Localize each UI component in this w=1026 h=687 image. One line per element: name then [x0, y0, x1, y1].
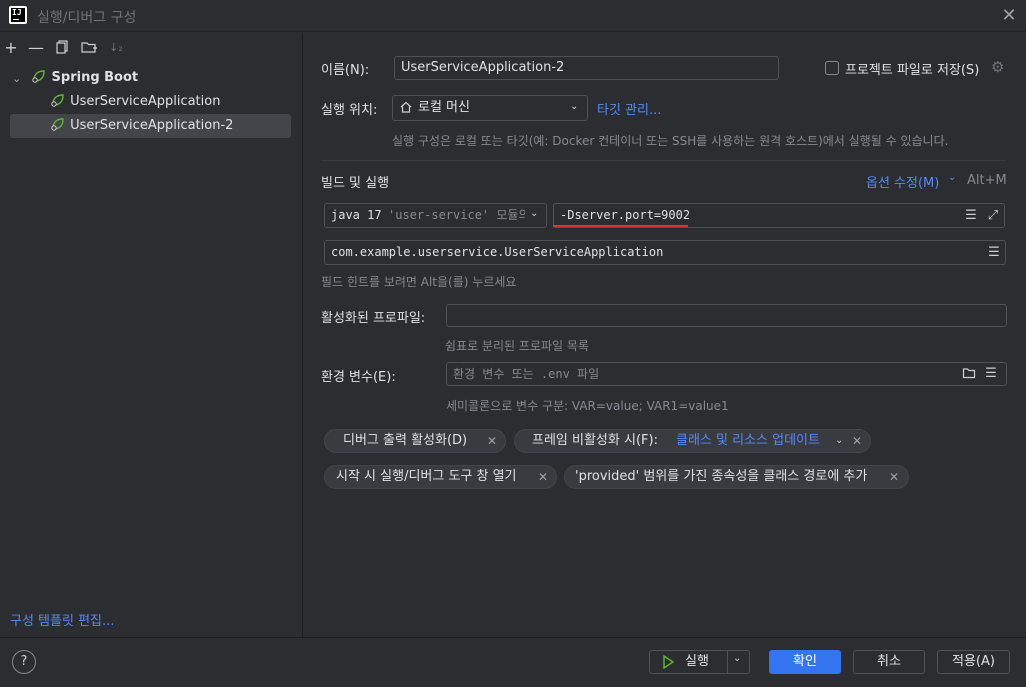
tree-item-userserviceapplication-2[interactable]: UserServiceApplication-2: [10, 114, 291, 138]
chip-value[interactable]: 클래스 및 리소스 업데이트: [676, 430, 820, 452]
spring-boot-icon: [50, 116, 66, 132]
gear-icon[interactable]: ⚙: [991, 59, 1007, 75]
main-class-value: com.example.userservice.UserServiceAppli…: [331, 245, 664, 259]
modify-options-shortcut: Alt+M: [967, 173, 1007, 188]
new-folder-icon[interactable]: [80, 39, 98, 57]
store-as-project-file-checkbox[interactable]: [825, 61, 839, 75]
env-vars-input[interactable]: 환경 변수 또는 .env 파일 ☰: [446, 362, 1007, 386]
list-icon[interactable]: ☰: [983, 366, 999, 382]
chip-label: 시작 시 실행/디버그 도구 창 열기: [336, 469, 517, 484]
env-vars-placeholder: 환경 변수 또는 .env 파일: [453, 367, 600, 381]
tree-group-label: Spring Boot: [51, 70, 139, 85]
tree-item-userserviceapplication[interactable]: UserServiceApplication: [50, 90, 220, 114]
main-class-input[interactable]: com.example.userservice.UserServiceAppli…: [324, 240, 1006, 265]
window-title: 실행/디버그 구성: [37, 10, 137, 26]
profiles-hint: 쉼표로 분리된 프로파일 목록: [445, 339, 589, 353]
configurations-panel: + — ↓₂ ⌄ Spring Boot UserServiceApplicat…: [0, 33, 303, 637]
chevron-down-icon[interactable]: ⌄: [835, 430, 843, 452]
edit-templates-link[interactable]: 구성 템플릿 편집...: [10, 610, 114, 629]
manage-targets-link[interactable]: 타깃 관리...: [597, 99, 661, 118]
build-and-run-label: 빌드 및 실행: [321, 176, 390, 191]
jdk-module: 'user-service' 모듈의: [388, 208, 525, 222]
spring-boot-icon: [50, 92, 66, 108]
plus-icon[interactable]: +: [2, 39, 20, 57]
play-icon: [662, 651, 675, 681]
field-hint: 필드 힌트를 보려면 Alt을(를) 누르세요: [321, 275, 517, 289]
store-as-project-file-label[interactable]: 프로젝트 파일로 저장(S): [845, 59, 979, 78]
title-bar: IJ 실행/디버그 구성 ✕: [0, 0, 1026, 32]
chevron-down-icon[interactable]: ⌄: [948, 172, 956, 183]
active-profiles-label: 활성화된 프로파일:: [321, 311, 426, 326]
run-dropdown[interactable]: ⌄: [727, 650, 750, 674]
sort-icon[interactable]: ↓₂: [107, 39, 125, 57]
minus-icon[interactable]: —: [27, 39, 45, 57]
tree-item-label: UserServiceApplication: [70, 94, 221, 109]
chip-label: 디버그 출력 활성화(D): [343, 433, 468, 448]
chip-label: 프레임 비활성화 시(F):: [532, 433, 658, 448]
modify-options-link[interactable]: 옵션 수정(M): [866, 172, 939, 191]
name-label: 이름(N):: [321, 63, 370, 78]
close-icon[interactable]: ✕: [538, 466, 548, 488]
active-profiles-input[interactable]: [446, 304, 1007, 327]
chip-enable-debug-output[interactable]: 디버그 출력 활성화(D) ✕: [324, 429, 506, 453]
run-on-select[interactable]: 로컬 머신 ⌄: [392, 95, 588, 121]
bottom-bar: ? 실행 ⌄ 확인 취소 적용(A): [0, 637, 1026, 687]
env-vars-label: 환경 변수(E):: [321, 370, 396, 385]
chevron-down-icon: ⌄: [733, 653, 742, 664]
chip-open-tool-window[interactable]: 시작 시 실행/디버그 도구 창 열기 ✕: [324, 465, 557, 489]
expand-icon[interactable]: ⤢: [985, 208, 1001, 224]
chip-label: 'provided' 범위를 가진 종속성을 클래스 경로에 추가: [575, 469, 868, 484]
close-icon[interactable]: ✕: [852, 430, 862, 452]
cancel-button[interactable]: 취소: [853, 650, 925, 674]
apply-button[interactable]: 적용(A): [937, 650, 1010, 674]
jdk-value: java 17: [331, 208, 382, 222]
name-input[interactable]: UserServiceApplication-2: [394, 56, 779, 80]
copy-icon[interactable]: [53, 39, 71, 57]
list-icon[interactable]: ☰: [986, 245, 1002, 261]
spring-boot-icon: [31, 68, 47, 84]
close-icon[interactable]: ✕: [487, 430, 497, 452]
folder-icon[interactable]: [961, 366, 977, 382]
chevron-down-icon: ⌄: [570, 101, 579, 112]
intellij-logo-icon: IJ: [9, 6, 27, 24]
divider: [321, 160, 1005, 161]
chevron-down-icon: ⌄: [530, 208, 539, 219]
help-button[interactable]: ?: [12, 650, 36, 674]
close-icon[interactable]: ✕: [889, 466, 899, 488]
run-on-label: 실행 위치:: [321, 103, 378, 118]
name-input-value: UserServiceApplication-2: [401, 60, 565, 75]
ok-button[interactable]: 확인: [769, 650, 841, 674]
chip-on-frame-deactivation[interactable]: 프레임 비활성화 시(F): 클래스 및 리소스 업데이트 ⌄ ✕: [514, 429, 871, 453]
run-on-hint: 실행 구성은 로컬 또는 타깃(예: Docker 컨테이너 또는 SSH를 사…: [392, 134, 949, 148]
red-underline: [553, 225, 688, 227]
run-on-value: 로컬 머신: [418, 100, 470, 115]
jdk-select[interactable]: java 17 'user-service' 모듈의 ⌄: [324, 203, 547, 228]
chevron-down-icon[interactable]: ⌄: [12, 72, 21, 85]
vm-options-value: -Dserver.port=9002: [560, 208, 691, 222]
close-icon[interactable]: ✕: [999, 6, 1019, 26]
chip-add-provided-dependencies[interactable]: 'provided' 범위를 가진 종속성을 클래스 경로에 추가 ✕: [564, 465, 909, 489]
tree-item-label: UserServiceApplication-2: [70, 118, 234, 133]
home-icon: [398, 100, 414, 116]
env-vars-hint: 세미콜론으로 변수 구분: VAR=value; VAR1=value1: [446, 399, 729, 413]
list-icon[interactable]: ☰: [963, 208, 979, 224]
tree-group-spring-boot[interactable]: Spring Boot: [31, 66, 138, 90]
run-button-label: 실행: [685, 654, 709, 669]
